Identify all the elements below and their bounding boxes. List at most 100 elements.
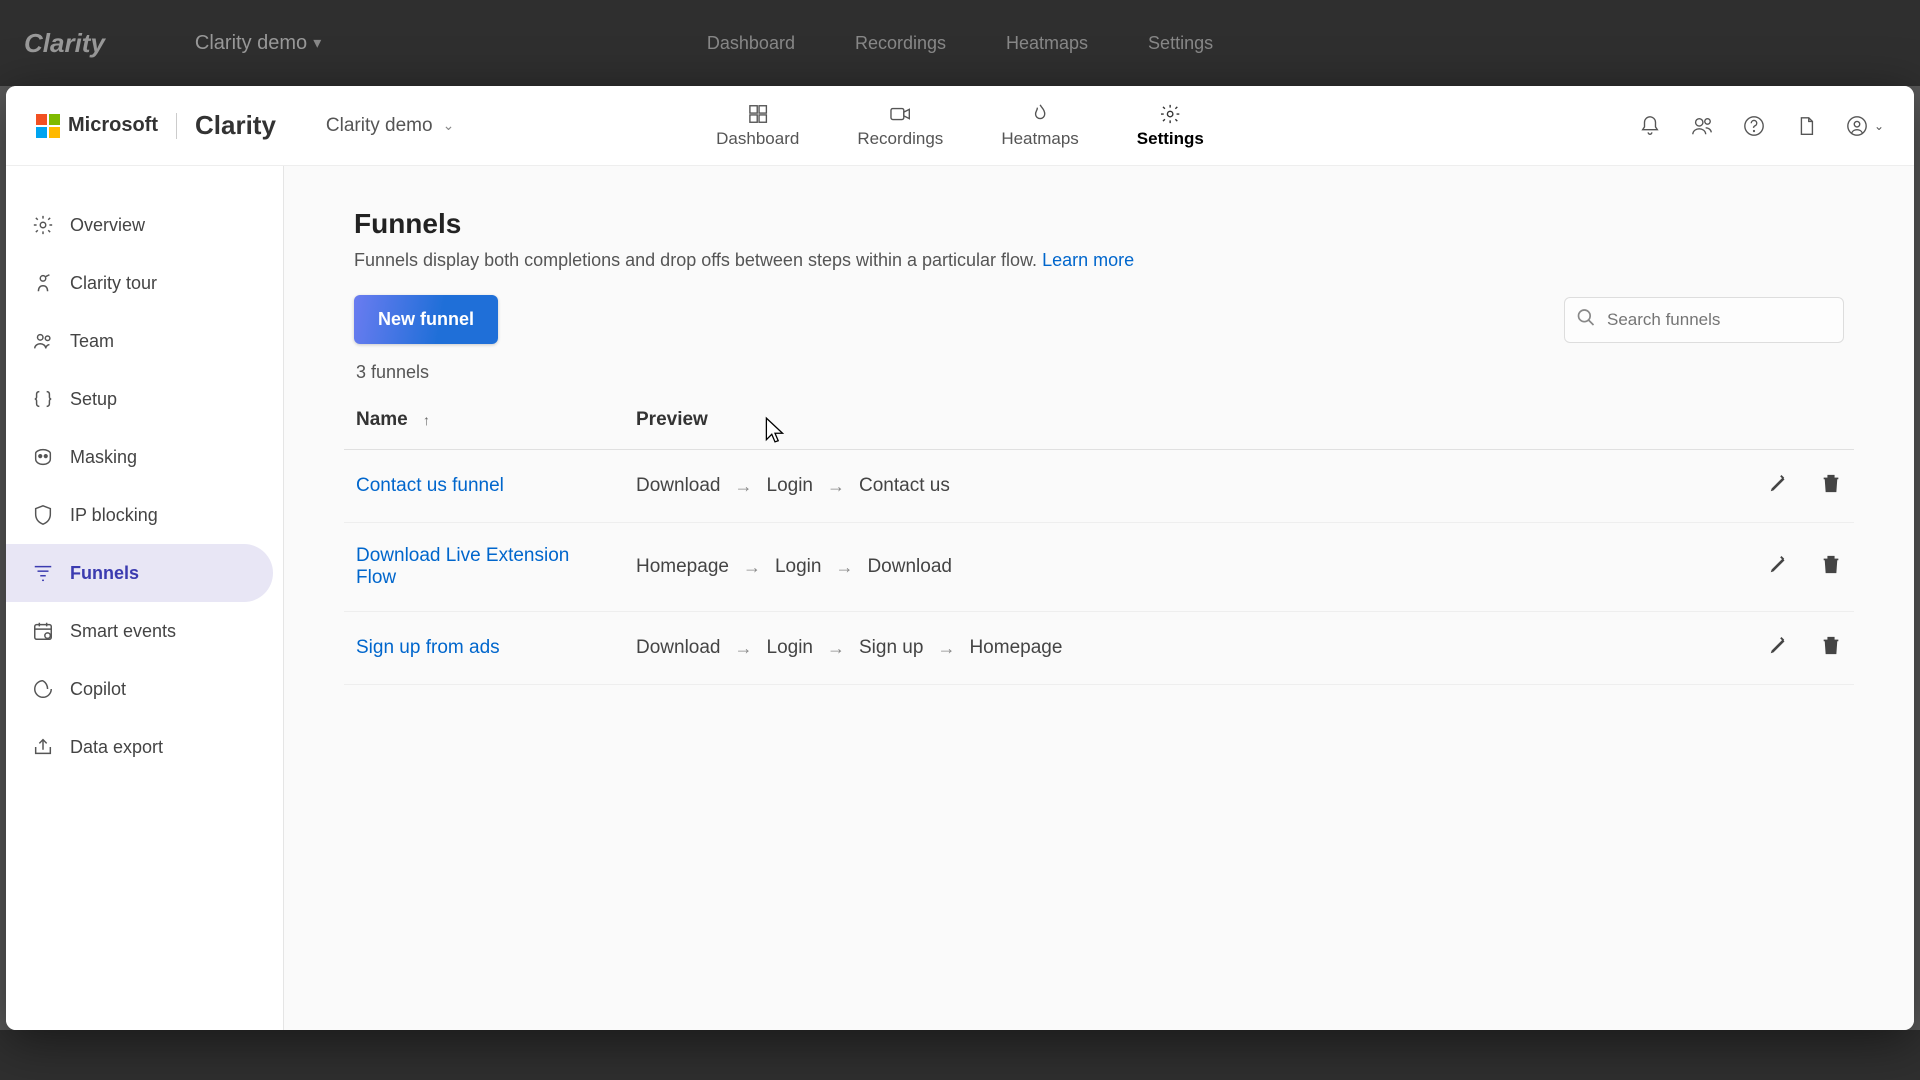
- sidebar-item-label: Copilot: [70, 679, 126, 700]
- funnel-name-link[interactable]: Sign up from ads: [356, 637, 500, 658]
- tab-settings[interactable]: Settings: [1133, 93, 1208, 159]
- chevron-down-icon: ⌄: [1874, 119, 1884, 133]
- edit-icon[interactable]: [1768, 634, 1790, 662]
- page-title: Funnels: [354, 208, 1854, 240]
- project-name: Clarity demo: [326, 115, 433, 137]
- step-flow: Download→Login→Sign up→Homepage: [636, 637, 1692, 659]
- step-label: Download: [636, 475, 721, 497]
- sidebar-item-label: Masking: [70, 447, 137, 468]
- settings-modal: Microsoft Clarity Clarity demo ⌄ Dashboa…: [6, 86, 1914, 1030]
- tab-recordings[interactable]: Recordings: [853, 93, 947, 159]
- sort-ascending-icon: ↑: [423, 412, 430, 428]
- document-icon[interactable]: [1794, 114, 1818, 138]
- sidebar-item-masking[interactable]: Masking: [6, 428, 273, 486]
- appbar: Microsoft Clarity Clarity demo ⌄ Dashboa…: [6, 86, 1914, 166]
- edit-icon[interactable]: [1768, 472, 1790, 500]
- sidebar-item-label: Overview: [70, 215, 145, 236]
- funnel-name-link[interactable]: Contact us funnel: [356, 475, 504, 496]
- delete-icon[interactable]: [1820, 553, 1842, 581]
- column-header-preview[interactable]: Preview: [624, 391, 1704, 450]
- page-description: Funnels display both completions and dro…: [354, 250, 1854, 271]
- step-flow: Homepage→Login→Download: [636, 556, 1692, 578]
- notifications-icon[interactable]: [1638, 114, 1662, 138]
- tour-icon: [32, 272, 54, 294]
- sidebar-item-copilot[interactable]: Copilot: [6, 660, 273, 718]
- header-actions: ⌄: [1638, 114, 1884, 138]
- settings-sidebar: Overview Clarity tour Team Setup Masking IP b…: [6, 166, 284, 1030]
- sidebar-item-label: Data export: [70, 737, 163, 758]
- sidebar-item-funnels[interactable]: Funnels: [6, 544, 273, 602]
- chevron-down-icon: ⌄: [443, 117, 455, 134]
- sidebar-item-smartevents[interactable]: Smart events: [6, 602, 273, 660]
- tab-heatmaps[interactable]: Heatmaps: [997, 93, 1082, 159]
- settings-icon: [1159, 103, 1181, 125]
- funnel-count: 3 funnels: [356, 362, 1854, 383]
- modal-body: Overview Clarity tour Team Setup Masking IP b…: [6, 166, 1914, 1030]
- step-label: Login: [767, 475, 814, 497]
- search-wrapper: [1564, 297, 1844, 343]
- search-input[interactable]: [1564, 297, 1844, 343]
- braces-icon: [32, 388, 54, 410]
- sidebar-item-label: Team: [70, 331, 114, 352]
- background-tabs: Dashboard Recordings Heatmaps Settings: [707, 33, 1213, 54]
- delete-icon[interactable]: [1820, 634, 1842, 662]
- new-funnel-button[interactable]: New funnel: [354, 295, 498, 344]
- events-icon: [32, 620, 54, 642]
- step-label: Homepage: [636, 556, 729, 578]
- product-name: Clarity: [195, 110, 276, 141]
- sidebar-item-setup[interactable]: Setup: [6, 370, 273, 428]
- heatmaps-icon: [1029, 103, 1051, 125]
- arrow-right-icon: →: [743, 557, 761, 578]
- tab-dashboard[interactable]: Dashboard: [712, 93, 803, 159]
- funnel-name-link[interactable]: Download Live Extension Flow: [356, 545, 569, 588]
- sidebar-item-dataexport[interactable]: Data export: [6, 718, 273, 776]
- table-row: Contact us funnelDownload→Login→Contact …: [344, 450, 1854, 523]
- export-icon: [32, 736, 54, 758]
- arrow-right-icon: →: [827, 638, 845, 659]
- step-label: Contact us: [859, 475, 950, 497]
- sidebar-item-team[interactable]: Team: [6, 312, 273, 370]
- background-appbar: Clarity Clarity demo ▾ Dashboard Recordi…: [0, 0, 1920, 86]
- table-row: Sign up from adsDownload→Login→Sign up→H…: [344, 612, 1854, 685]
- divider: [176, 113, 177, 139]
- search-icon: [1576, 307, 1596, 332]
- step-label: Homepage: [969, 637, 1062, 659]
- gear-icon: [32, 214, 54, 236]
- background-logo: Clarity: [24, 28, 105, 59]
- step-label: Download: [636, 637, 721, 659]
- column-header-name[interactable]: Name ↑: [344, 391, 624, 450]
- copilot-icon: [32, 678, 54, 700]
- funnels-table: Name ↑ Preview Contact us funnel Download…: [344, 391, 1854, 685]
- edit-icon[interactable]: [1768, 553, 1790, 581]
- background-footer: [0, 1030, 1920, 1080]
- row-actions: [1716, 472, 1842, 500]
- shield-icon: [32, 504, 54, 526]
- microsoft-tiles-icon: [36, 114, 60, 138]
- arrow-right-icon: →: [735, 476, 753, 497]
- dashboard-icon: [747, 103, 769, 125]
- microsoft-logo: Microsoft: [36, 114, 158, 138]
- content-area: Funnels Funnels display both completions…: [284, 166, 1914, 1030]
- recordings-icon: [889, 103, 911, 125]
- sidebar-item-overview[interactable]: Overview: [6, 196, 273, 254]
- row-actions: [1716, 553, 1842, 581]
- project-selector[interactable]: Clarity demo ⌄: [326, 115, 454, 137]
- people-icon[interactable]: [1690, 114, 1714, 138]
- sidebar-item-ipblock[interactable]: IP blocking: [6, 486, 273, 544]
- arrow-right-icon: →: [735, 638, 753, 659]
- sidebar-item-label: Setup: [70, 389, 117, 410]
- account-menu[interactable]: ⌄: [1846, 115, 1884, 137]
- company-label: Microsoft: [68, 114, 158, 137]
- step-label: Download: [867, 556, 952, 578]
- help-icon[interactable]: [1742, 114, 1766, 138]
- arrow-right-icon: →: [835, 557, 853, 578]
- team-icon: [32, 330, 54, 352]
- mask-icon: [32, 446, 54, 468]
- delete-icon[interactable]: [1820, 472, 1842, 500]
- row-actions: [1716, 634, 1842, 662]
- step-flow: Download→Login→Contact us: [636, 475, 1692, 497]
- step-label: Login: [767, 637, 814, 659]
- sidebar-item-tour[interactable]: Clarity tour: [6, 254, 273, 312]
- sidebar-item-label: Smart events: [70, 621, 176, 642]
- learn-more-link[interactable]: Learn more: [1042, 250, 1134, 270]
